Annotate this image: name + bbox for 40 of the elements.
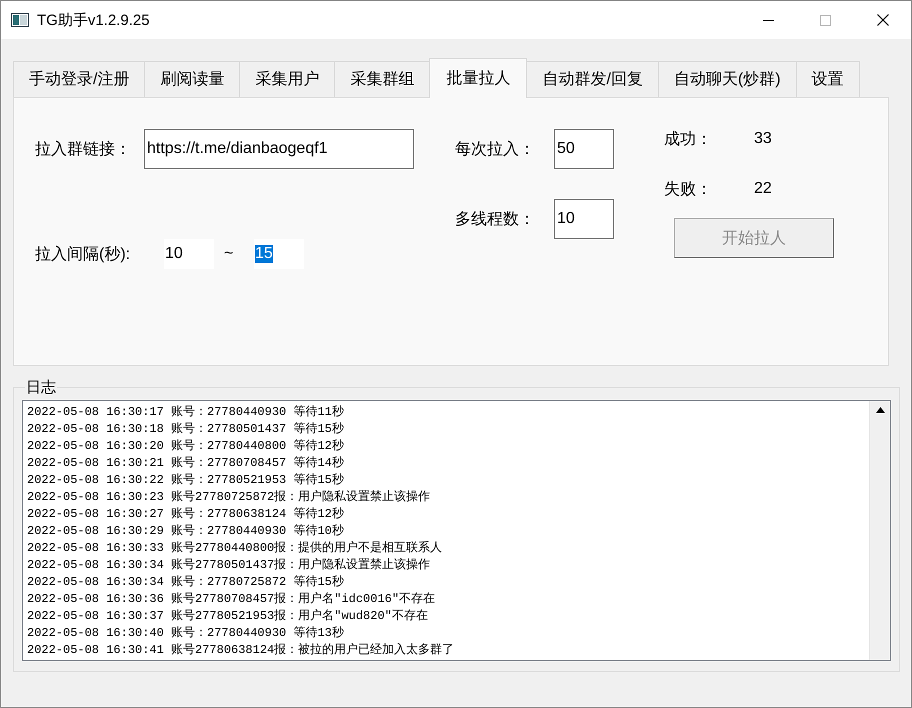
log-line: 2022-05-08 16:30:41 账号27780638124报：被拉的用户已经加入太多群了 [27, 642, 456, 659]
app-icon [11, 13, 29, 27]
window-title: TG助手v1.2.9.25 [37, 10, 151, 30]
log-line: 2022-05-08 16:30:21 账号：27780708457 等待14秒 [27, 455, 345, 472]
failure-label: 失败： [664, 180, 713, 200]
log-line: 2022-05-08 16:30:22 账号：27780521953 等待15秒 [27, 472, 345, 489]
per-batch-field[interactable]: 50 [554, 129, 614, 169]
threads-field[interactable]: 10 [554, 199, 614, 239]
log-line: 2022-05-08 16:30:34 账号27780501437报：用户隐私设置禁止该操作 [27, 557, 432, 574]
range-separator: ~ [223, 245, 234, 263]
log-line: 2022-05-08 16:30:29 账号：27780440930 等待10秒 [27, 523, 345, 540]
log-line: 2022-05-08 16:30:36 账号27780708457报：用户名"idc0016"不存在 [27, 591, 436, 608]
threads-label: 多线程数： [455, 210, 536, 230]
group-link-label: 拉入群链接： [35, 140, 132, 160]
log-line: 2022-05-08 16:30:37 账号27780521953报：用户名"wud820"不存在 [27, 608, 429, 625]
log-line: 2022-05-08 16:30:20 账号：27780440800 等待12秒 [27, 438, 345, 455]
interval-to-field[interactable]: 15 [254, 239, 304, 269]
log-line: 2022-05-08 16:30:18 账号：27780501437 等待15秒 [27, 421, 345, 438]
per-batch-label: 每次拉入： [455, 140, 536, 160]
log-line: 2022-05-08 16:30:27 账号：27780638124 等待12秒 [27, 506, 345, 523]
log-line: 2022-05-08 16:30:40 账号：27780440930 等待13秒 [27, 625, 345, 642]
interval-from-field[interactable]: 10 [164, 239, 214, 269]
tab[interactable]: 设置 [796, 61, 860, 97]
close-icon [876, 14, 888, 26]
log-line: 2022-05-08 16:30:33 账号27780440800报：提供的用户不是相互联系人 [27, 540, 444, 557]
log-line: 2022-05-08 16:30:23 账号27780725872报：用户隐私设置禁止该操作 [27, 489, 432, 506]
log-line: 2022-05-08 16:30:17 账号：27780440930 等待11秒 [27, 404, 345, 421]
success-label: 成功： [664, 130, 713, 150]
success-count: 33 [754, 130, 772, 148]
failure-count: 22 [754, 180, 772, 198]
interval-label: 拉入间隔(秒): [35, 244, 132, 264]
maximize-icon [820, 14, 831, 26]
scrollbar[interactable] [869, 401, 890, 660]
log-title: 日志 [25, 378, 57, 397]
group-link-field[interactable]: https://t.me/dianbaogeqf1 [144, 129, 414, 169]
selected-text-highlight: 15 [255, 245, 273, 263]
tab[interactable]: 批量拉人 [429, 58, 528, 98]
tab[interactable]: 手动登录/注册 [13, 61, 146, 97]
scroll-up-icon[interactable] [876, 407, 884, 413]
log-line: 2022-05-08 16:30:34 账号：27780725872 等待15秒 [27, 574, 345, 591]
